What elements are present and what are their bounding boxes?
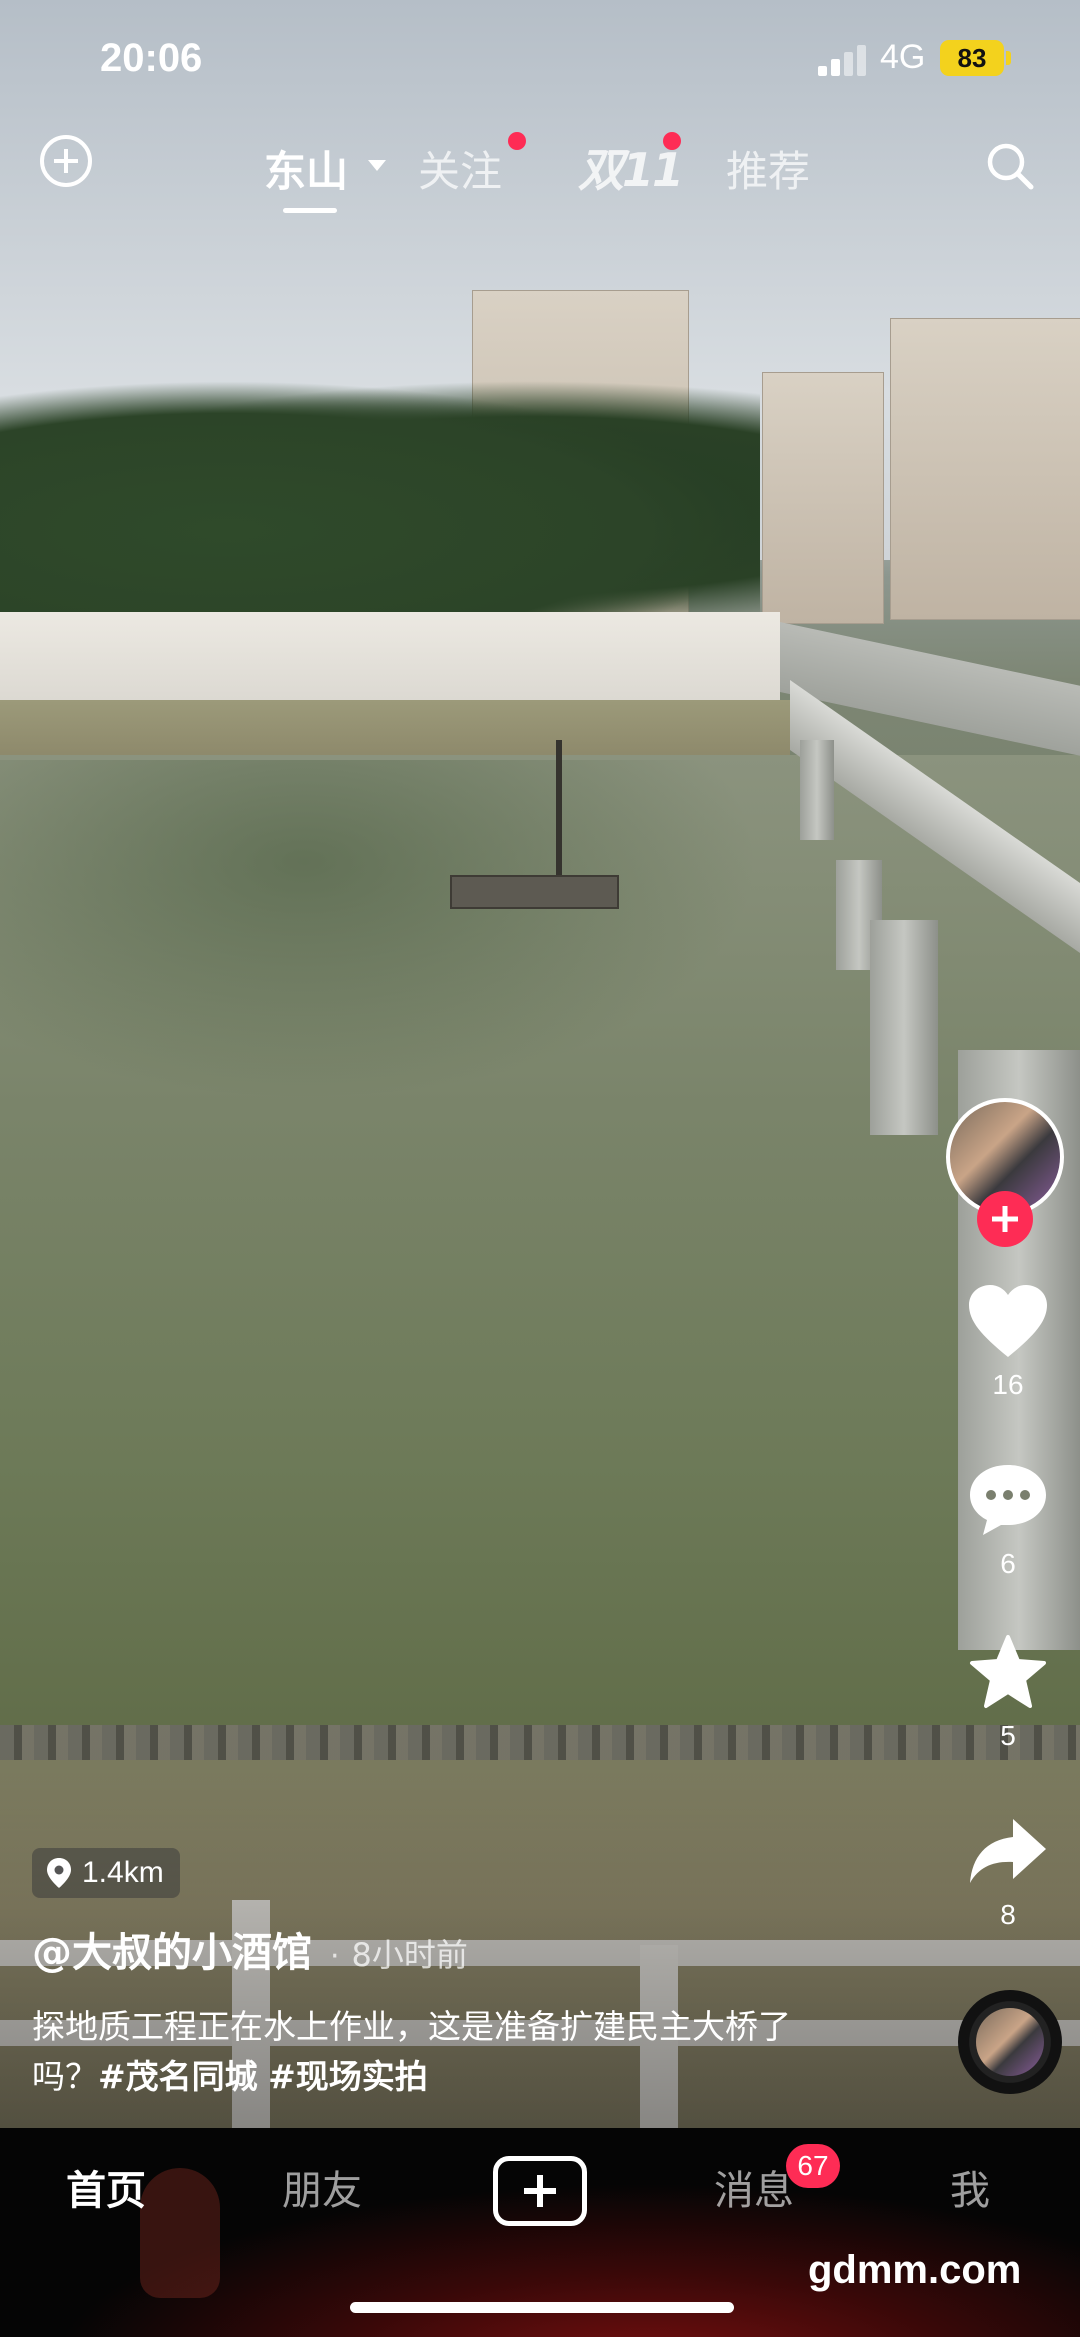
active-tab-underline xyxy=(283,208,337,213)
location-distance: 1.4km xyxy=(82,1856,164,1889)
video-raft xyxy=(450,875,619,909)
notification-dot xyxy=(508,132,526,150)
status-bar: 20:06 4G 83 xyxy=(0,0,1080,120)
battery-tip xyxy=(1006,51,1011,65)
video-building xyxy=(762,372,884,624)
music-disc[interactable] xyxy=(958,1990,1062,2094)
tab-recommend[interactable]: 推荐 xyxy=(726,138,810,199)
music-disc-cover xyxy=(976,2008,1044,2076)
star-icon xyxy=(970,1635,1046,1708)
favorite-count: 5 xyxy=(1000,1720,1016,1751)
mascot-decoration xyxy=(140,2168,220,2298)
nav-me[interactable]: 我 xyxy=(950,2158,990,2216)
signal-icon xyxy=(818,44,868,76)
add-icon[interactable] xyxy=(40,135,92,187)
nav-home[interactable]: 首页 xyxy=(66,2158,146,2216)
post-time: 8小时前 xyxy=(351,1936,468,1974)
battery-icon: 83 xyxy=(940,40,1004,76)
separator-dot: · xyxy=(330,1939,340,1974)
home-indicator[interactable] xyxy=(350,2302,734,2313)
nav-messages[interactable]: 消息 xyxy=(714,2158,794,2216)
favorite-button[interactable]: 5 xyxy=(958,1634,1058,1752)
tab-following[interactable]: 关注 xyxy=(418,138,502,199)
screen: 20:06 4G 83 东山 关注 双11 推荐 16 6 5 8 1.4km … xyxy=(0,0,1080,2337)
create-button[interactable] xyxy=(493,2156,587,2226)
comment-icon xyxy=(970,1465,1046,1535)
video-bridge-pillar xyxy=(870,920,938,1135)
follow-plus-icon[interactable] xyxy=(977,1191,1033,1247)
message-badge: 67 xyxy=(786,2144,840,2188)
comment-count: 6 xyxy=(1000,1548,1016,1579)
author-avatar-group xyxy=(946,1098,1068,1247)
tab-local[interactable]: 东山 xyxy=(264,138,348,199)
network-type: 4G xyxy=(880,38,926,76)
hashtag[interactable]: #茂名同城 xyxy=(98,2057,258,2096)
share-count: 8 xyxy=(1000,1899,1016,1930)
top-nav: 东山 关注 双11 推荐 xyxy=(0,120,1080,230)
nav-friends[interactable]: 朋友 xyxy=(282,2158,362,2216)
location-pin-icon xyxy=(47,1858,71,1888)
heart-icon xyxy=(969,1285,1047,1357)
video-drill-mast xyxy=(556,740,562,880)
share-icon xyxy=(970,1819,1046,1883)
chevron-down-icon[interactable] xyxy=(368,160,386,171)
video-reflection xyxy=(0,760,760,1100)
search-icon[interactable] xyxy=(984,140,1036,192)
author-name[interactable]: @大叔的小酒馆 xyxy=(32,1930,312,1976)
like-button[interactable]: 16 xyxy=(958,1283,1058,1401)
status-time: 20:06 xyxy=(100,36,203,80)
hashtag[interactable]: #现场实拍 xyxy=(268,2057,428,2096)
video-trees xyxy=(0,380,760,630)
watermark: gdmm.com xyxy=(808,2248,1022,2292)
share-button[interactable]: 8 xyxy=(958,1815,1058,1931)
comment-button[interactable]: 6 xyxy=(958,1462,1058,1580)
video-player[interactable] xyxy=(0,0,1080,2128)
post-caption[interactable]: 探地质工程正在水上作业，这是准备扩建民主大桥了吗？#茂名同城 #现场实拍 xyxy=(32,2002,832,2102)
video-bridge-pillar xyxy=(800,740,834,840)
video-building xyxy=(890,318,1080,620)
like-count: 16 xyxy=(992,1369,1024,1400)
location-chip[interactable]: 1.4km xyxy=(32,1848,180,1898)
notification-dot xyxy=(663,132,681,150)
author-line: @大叔的小酒馆 · 8小时前 xyxy=(32,1920,468,1978)
